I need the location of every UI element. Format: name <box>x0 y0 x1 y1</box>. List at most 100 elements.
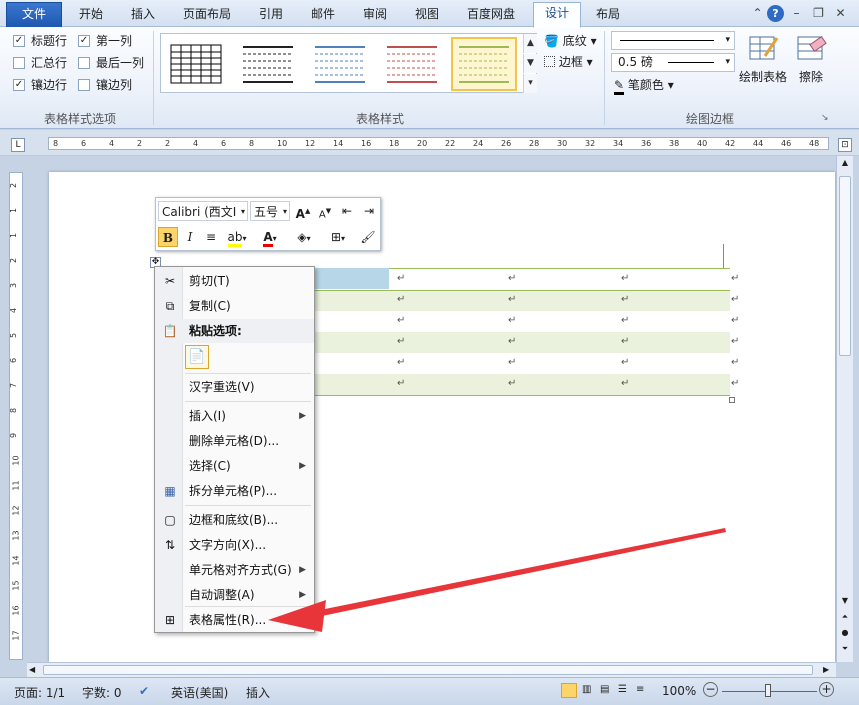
grow-font-icon[interactable]: A▲ <box>294 201 312 221</box>
draw-table-button[interactable]: 绘制表格 <box>737 32 789 85</box>
insert-mode[interactable]: 插入 <box>246 684 270 701</box>
tab-references[interactable]: 引用 <box>246 4 296 27</box>
vertical-scrollbar[interactable]: ▲ ▼ ⏶ ● ⏷ <box>836 156 853 662</box>
horizontal-scrollbar[interactable]: ◀ ▶ <box>27 662 836 677</box>
checkbox-first-column[interactable]: ✓ 第一列 <box>78 32 132 50</box>
table-row[interactable] <box>315 311 730 332</box>
italic-icon[interactable]: I <box>182 227 198 247</box>
pen-color-button[interactable]: ✎ 笔颜色 ▾ <box>614 75 674 95</box>
print-layout-view-icon[interactable] <box>561 683 577 698</box>
font-name-dropdown[interactable]: Calibri (西文I ▾ <box>158 201 248 221</box>
selected-cell[interactable] <box>315 268 389 289</box>
checkbox-total-row[interactable]: 汇总行 <box>13 54 67 72</box>
line-weight-dropdown[interactable]: 0.5 磅 ▾ <box>611 53 735 72</box>
zoom-level[interactable]: 100% <box>662 684 696 698</box>
table-style-black-bands[interactable] <box>237 39 299 89</box>
checkbox-last-column[interactable]: 最后一列 <box>78 54 144 72</box>
horizontal-ruler[interactable]: 8 6 4 2 2 4 6 8 10 12 14 16 18 20 22 24 26 28 30 32 34 36 38 40… <box>48 137 829 150</box>
format-painter-icon[interactable]: 🖌 <box>358 227 378 247</box>
decrease-indent-icon[interactable]: ⇤ <box>338 201 356 221</box>
tab-review[interactable]: 审阅 <box>350 4 400 27</box>
checkbox-banded-columns[interactable]: 镶边列 <box>78 76 132 94</box>
cell-borders-icon[interactable]: ⊞▾ <box>324 227 352 247</box>
hscroll-thumb[interactable] <box>43 665 813 675</box>
tab-design[interactable]: 设计 <box>533 2 581 28</box>
menu-item-insert[interactable]: 插入(I) ▶ <box>156 404 314 428</box>
word-count[interactable]: 字数: 0 <box>82 684 122 701</box>
menu-item-copy[interactable]: ⧉ 复制(C) <box>156 294 314 318</box>
scroll-up-icon[interactable]: ▲ <box>839 158 851 170</box>
bold-icon[interactable]: B <box>158 227 178 247</box>
ruler-number: 4 <box>9 307 19 314</box>
table-row[interactable] <box>315 290 730 311</box>
draft-view-icon[interactable]: ≡ <box>636 684 644 695</box>
tab-baidu-netdisk[interactable]: 百度网盘 <box>454 4 528 27</box>
minimize-ribbon-icon[interactable]: ⌃ <box>749 5 766 22</box>
shading-button[interactable]: 🪣 底纹 ▾ <box>544 31 597 51</box>
dialog-launcher-icon[interactable]: ↘ <box>821 113 829 123</box>
line-style-dropdown[interactable]: ▾ <box>611 31 735 50</box>
center-align-icon[interactable]: ≡ <box>202 227 220 247</box>
scroll-right-icon[interactable]: ▶ <box>823 665 829 674</box>
borders-button[interactable]: 边框 ▾ <box>544 52 593 72</box>
highlight-icon[interactable]: ab▾ <box>224 227 250 247</box>
shrink-font-icon[interactable]: A▼ <box>316 201 334 221</box>
page-count[interactable]: 页面: 1/1 <box>14 684 65 701</box>
table-style-blue-bands[interactable] <box>309 39 371 89</box>
window-restore-icon[interactable]: ❐ <box>810 5 827 22</box>
eraser-button[interactable]: 擦除 <box>791 32 831 85</box>
tab-page-layout[interactable]: 页面布局 <box>170 4 244 27</box>
font-color-icon[interactable]: A▾ <box>256 227 284 247</box>
zoom-slider-thumb[interactable] <box>765 684 771 697</box>
ruler-number: 11 <box>11 480 21 491</box>
menu-item-delete-cells[interactable]: 删除单元格(D)... <box>156 429 314 453</box>
proofing-icon[interactable]: ✔ <box>139 684 149 698</box>
increase-indent-icon[interactable]: ⇥ <box>360 201 378 221</box>
checkbox-banded-rows[interactable]: ✓ 镶边行 <box>13 76 67 94</box>
language-indicator[interactable]: 英语(美国) <box>171 684 228 701</box>
select-browse-object-icon[interactable]: ● <box>839 628 851 640</box>
table-style-green-bands-selected[interactable] <box>451 37 517 91</box>
full-screen-view-icon[interactable]: ▥ <box>582 684 591 695</box>
table-resize-handle[interactable] <box>729 397 735 403</box>
tab-view[interactable]: 视图 <box>402 4 452 27</box>
scroll-down-icon[interactable]: ▼ <box>839 596 851 608</box>
scroll-left-icon[interactable]: ◀ <box>29 665 35 674</box>
previous-page-icon[interactable]: ⏶ <box>839 612 851 624</box>
zoom-out-icon[interactable]: − <box>703 682 718 697</box>
cell-shading-icon[interactable]: ◈▾ <box>290 227 318 247</box>
outline-view-icon[interactable]: ☰ <box>618 684 627 695</box>
tab-layout[interactable]: 布局 <box>583 4 633 27</box>
tab-file[interactable]: 文件 <box>6 2 62 27</box>
web-layout-view-icon[interactable]: ▤ <box>600 684 609 695</box>
zoom-in-icon[interactable]: + <box>819 682 834 697</box>
menu-item-cut[interactable]: ✂ 剪切(T) <box>156 269 314 293</box>
vertical-ruler[interactable]: 2 1 1 2 3 4 5 6 7 8 9 10 11 12 13 14 15 16 17 <box>9 172 23 660</box>
window-close-icon[interactable]: ✕ <box>832 5 849 22</box>
paste-keep-text-icon[interactable]: 📄 <box>185 345 209 369</box>
tab-selector-icon[interactable]: L <box>11 138 25 152</box>
table-row[interactable] <box>315 353 730 374</box>
tab-home[interactable]: 开始 <box>66 4 116 27</box>
help-icon[interactable]: ? <box>767 5 784 22</box>
tab-mailings[interactable]: 邮件 <box>298 4 348 27</box>
scroll-thumb[interactable] <box>839 176 851 356</box>
table-style-red-bands[interactable] <box>381 39 443 89</box>
table-row[interactable] <box>315 332 730 353</box>
menu-item-select[interactable]: 选择(C) ▶ <box>156 454 314 478</box>
table-style-grid[interactable] <box>165 39 227 89</box>
font-size-dropdown[interactable]: 五号 ▾ <box>250 201 290 221</box>
table-row[interactable] <box>315 374 730 395</box>
menu-item-reconversion[interactable]: 汉字重选(V) <box>156 375 314 399</box>
menu-item-split-cells[interactable]: ▦ 拆分单元格(P)... <box>156 479 314 503</box>
tab-insert[interactable]: 插入 <box>118 4 168 27</box>
view-ruler-icon[interactable]: ⊡ <box>838 138 852 152</box>
gallery-scroll-down[interactable]: ▼ <box>523 54 537 73</box>
next-page-icon[interactable]: ⏷ <box>839 644 851 656</box>
checkbox-header-row[interactable]: ✓ 标题行 <box>13 32 67 50</box>
gallery-more[interactable]: ▾ <box>523 74 537 93</box>
ruler-number: 2 <box>9 182 19 189</box>
gallery-scroll-up[interactable]: ▲ <box>523 34 537 53</box>
cell-end-mark: ↵ <box>731 357 740 368</box>
window-minimize-icon[interactable]: – <box>788 5 805 22</box>
